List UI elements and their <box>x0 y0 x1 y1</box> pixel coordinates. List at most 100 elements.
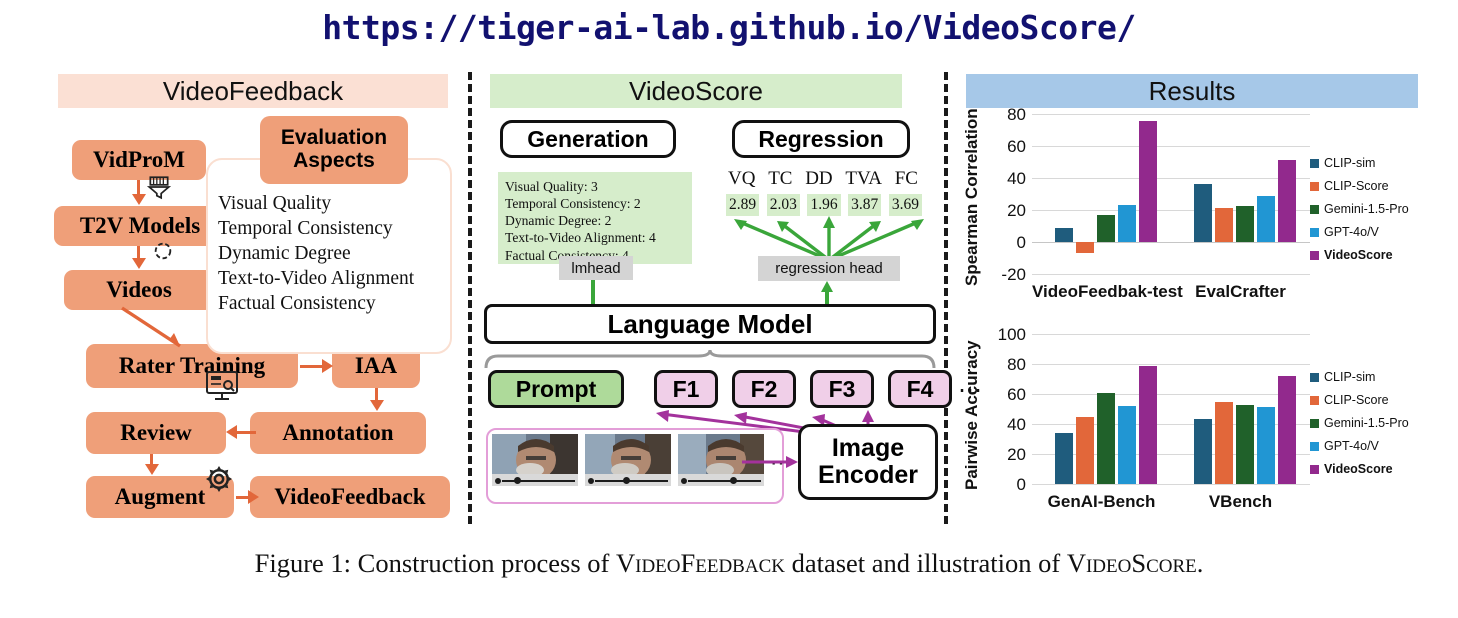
arrow-rater-iaa <box>300 365 324 369</box>
legend-swatch <box>1310 441 1319 451</box>
node-t2v-models[interactable]: T2V Models <box>54 206 226 246</box>
reg-label: FC <box>894 168 918 189</box>
node-annotation[interactable]: Annotation <box>250 412 426 454</box>
chart-bar <box>1193 418 1212 484</box>
arrowhead-iaa-annotation <box>370 400 384 411</box>
legend-swatch <box>1310 158 1319 168</box>
legend-item[interactable]: GPT-4o/V <box>1310 225 1418 239</box>
figure-1: VideoFeedback VidProM T2V Models Videos … <box>0 72 1458 532</box>
chart-y-tick: 20 <box>1007 445 1026 464</box>
chart-pairwise-accuracy: Pairwise Accuracy 0 20 40 60 80 100 GenAI-Ben… <box>962 325 1418 535</box>
chart-y-tick: 40 <box>1007 415 1026 434</box>
evaluation-aspects-chip: Evaluation Aspects <box>260 116 408 184</box>
chart-bar <box>1235 404 1254 484</box>
legend-label: CLIP-sim <box>1324 156 1376 170</box>
panel-title-videofeedback: VideoFeedback <box>58 74 448 108</box>
project-url[interactable]: https://tiger-ai-lab.github.io/VideoScor… <box>0 8 1458 47</box>
token-f2[interactable]: F2 <box>732 370 796 408</box>
legend-label: Gemini-1.5-Pro <box>1324 416 1409 430</box>
chart-bar <box>1138 121 1157 242</box>
aspect-item: Dynamic Degree <box>218 242 351 264</box>
chart-bar <box>1075 416 1094 484</box>
token-sequence: Prompt F1 F2 F3 F4 ⋯ <box>488 370 982 408</box>
chart-bar <box>1138 366 1157 484</box>
legend-swatch <box>1310 372 1319 382</box>
chart-bar <box>1214 401 1233 484</box>
chart-y-tick: 60 <box>1007 137 1026 156</box>
legend-swatch <box>1310 464 1319 474</box>
legend-label: GPT-4o/V <box>1324 225 1379 239</box>
chart-top-plot-area: -20 0 20 40 60 80 <box>1001 105 1310 284</box>
language-model-box[interactable]: Language Model <box>484 304 936 344</box>
image-encoder-box[interactable]: Image Encoder <box>798 424 938 500</box>
panel-divider-left <box>468 72 472 524</box>
legend-label: VideoScore <box>1324 462 1393 476</box>
arrowhead-vidprom-t2v <box>132 194 146 205</box>
aspects-chip-line-1: Evaluation <box>280 126 388 150</box>
legend-item[interactable]: VideoScore <box>1310 462 1418 476</box>
reg-label: DD <box>805 168 833 189</box>
reg-label: VQ <box>728 168 756 189</box>
node-review[interactable]: Review <box>86 412 226 454</box>
chart-bar <box>1117 406 1136 484</box>
legend-item[interactable]: CLIP-Score <box>1310 393 1418 407</box>
chart-gridline <box>1032 178 1310 179</box>
generation-line: Temporal Consistency: 2 <box>505 196 641 212</box>
node-videos[interactable]: Videos <box>64 270 214 310</box>
legend-label: CLIP-Score <box>1324 179 1389 193</box>
legend-swatch <box>1310 181 1319 191</box>
legend-item[interactable]: CLIP-sim <box>1310 370 1418 384</box>
chart-bar <box>1054 227 1073 242</box>
chart-y-tick: 80 <box>1007 355 1026 374</box>
frame-thumbnail-2[interactable]: Frame 2 <box>585 434 671 486</box>
legend-item[interactable]: Gemini-1.5-Pro <box>1310 416 1418 430</box>
frame-thumbnail-1[interactable]: Frame 1 <box>492 434 578 486</box>
chart-bar <box>1193 184 1212 242</box>
legend-item[interactable]: CLIP-sim <box>1310 156 1418 170</box>
chart-bar <box>1096 214 1115 242</box>
token-f3[interactable]: F3 <box>810 370 874 408</box>
node-videofeedback[interactable]: VideoFeedback <box>250 476 450 518</box>
chart-gridline <box>1032 146 1310 147</box>
legend-item[interactable]: CLIP-Score <box>1310 179 1418 193</box>
chart-gridline <box>1032 114 1310 115</box>
arrow-frames-to-encoder <box>742 456 798 468</box>
token-f4[interactable]: F4 <box>888 370 952 408</box>
caption-term-videofeedback: VideoFeedback <box>615 548 785 578</box>
caption-term-videoscore: VideoScore <box>1066 548 1197 578</box>
chart-bar <box>1256 406 1275 484</box>
chart-y-tick: 20 <box>1007 201 1026 220</box>
panel-title-results: Results <box>966 74 1418 108</box>
aspects-chip-line-2: Aspects <box>293 149 375 172</box>
chart-bottom-ylabel: Pairwise Accuracy <box>962 340 981 490</box>
chart-y-tick: -20 <box>1001 265 1026 284</box>
reg-label: TC <box>768 168 793 189</box>
arrowhead-t2v-videos <box>132 258 146 269</box>
chart-category-label: GenAI-Bench <box>1047 492 1156 511</box>
token-f1[interactable]: F1 <box>654 370 718 408</box>
panel-title-videoscore: VideoScore <box>490 74 902 108</box>
legend-item[interactable]: GPT-4o/V <box>1310 439 1418 453</box>
chart-bottom-plot-area: 0 20 40 60 80 100 <box>998 325 1310 494</box>
legend-item[interactable]: VideoScore <box>1310 248 1418 262</box>
chart-y-tick: 0 <box>1016 233 1026 252</box>
node-vidprom[interactable]: VidProM <box>72 140 206 180</box>
chart-y-tick: 100 <box>997 325 1026 344</box>
legend-item[interactable]: Gemini-1.5-Pro <box>1310 202 1418 216</box>
aspect-item: Temporal Consistency <box>218 217 393 239</box>
frame-scrubber-1[interactable] <box>492 474 578 486</box>
chart-gridline <box>1032 334 1310 335</box>
frame-scrubber-3[interactable] <box>678 474 764 486</box>
chart-gridline <box>1032 364 1310 365</box>
legend-label: VideoScore <box>1324 248 1393 262</box>
generation-line: Dynamic Degree: 2 <box>505 213 612 229</box>
image-encoder-line-2: Encoder <box>817 461 919 489</box>
legend-swatch <box>1310 395 1319 405</box>
token-prompt[interactable]: Prompt <box>488 370 624 408</box>
reg-label: TVA <box>845 168 882 189</box>
regression-head-chip: regression head <box>758 256 900 281</box>
gear-icon <box>206 466 232 492</box>
regression-aspect-labels: VQ TC DD TVA FC <box>728 168 918 190</box>
chart-bar <box>1096 392 1115 484</box>
frame-scrubber-2[interactable] <box>585 474 671 486</box>
